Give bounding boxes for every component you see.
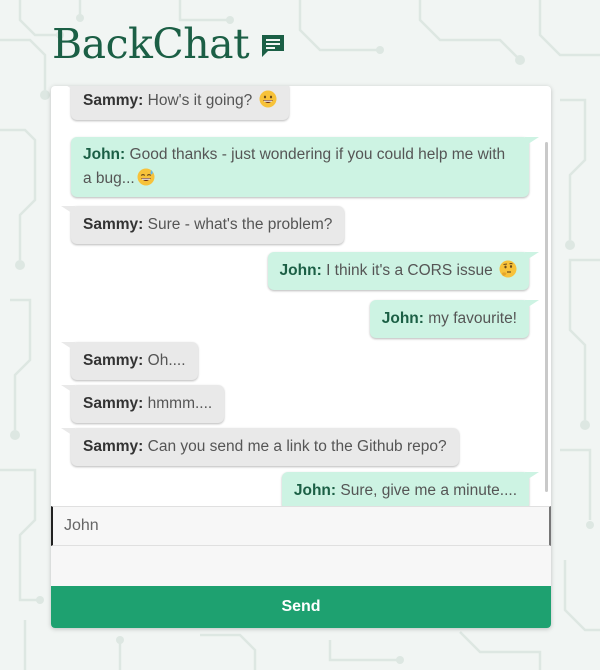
- message-text: hmmm....: [147, 395, 213, 412]
- app-header: BackChat: [52, 16, 287, 72]
- message-bubble: Sammy: Sure - what's the problem?: [60, 206, 345, 244]
- message-author: Sammy: [83, 395, 139, 412]
- message-bubble: Sammy: Oh....: [61, 342, 198, 380]
- message-author: John: [381, 310, 419, 327]
- message-author: John: [279, 262, 317, 279]
- message-bubble: John: Sure, give me a minute....: [281, 472, 540, 506]
- message-author: John: [293, 482, 331, 499]
- app-title: BackChat: [52, 19, 250, 68]
- message-text: Sure - what's the problem?: [147, 216, 333, 233]
- message-author: Sammy: [83, 216, 139, 233]
- grinning-face-icon: [259, 90, 277, 108]
- message-author: Sammy: [83, 92, 139, 109]
- message-text: Oh....: [147, 352, 186, 369]
- message-bubble: Sammy: How's it going?: [61, 86, 289, 120]
- name-input[interactable]: [51, 506, 551, 546]
- thinking-face-icon: [499, 260, 517, 278]
- message-bubble: Sammy: Can you send me a link to the Git…: [61, 428, 459, 466]
- chat-bubble-icon: [259, 32, 287, 60]
- chat-panel: Sammy: How's it going? John: Good thanks…: [51, 86, 551, 628]
- message-bubble: John: Good thanks - just wondering if yo…: [71, 137, 539, 197]
- message-text: I think it's a CORS issue: [326, 262, 493, 279]
- message-author: Sammy: [83, 352, 139, 369]
- message-author: John: [83, 146, 121, 163]
- message-bubble: Sammy: hmmm....: [60, 385, 225, 423]
- message-text: my favourite!: [428, 310, 517, 327]
- message-bubble: John: I think it's a CORS issue: [267, 252, 540, 290]
- send-button[interactable]: Send: [51, 586, 551, 628]
- message-list[interactable]: Sammy: How's it going? John: Good thanks…: [51, 86, 551, 506]
- message-input[interactable]: [51, 546, 551, 586]
- message-text: How's it going?: [147, 92, 253, 109]
- sweat-smile-face-icon: [137, 168, 155, 186]
- message-text: Sure, give me a minute....: [340, 482, 517, 499]
- message-text: Can you send me a link to the Github rep…: [147, 438, 447, 455]
- message-bubble: John: my favourite!: [369, 300, 540, 338]
- message-author: Sammy: [83, 438, 139, 455]
- message-list-scrollbar[interactable]: [545, 142, 548, 492]
